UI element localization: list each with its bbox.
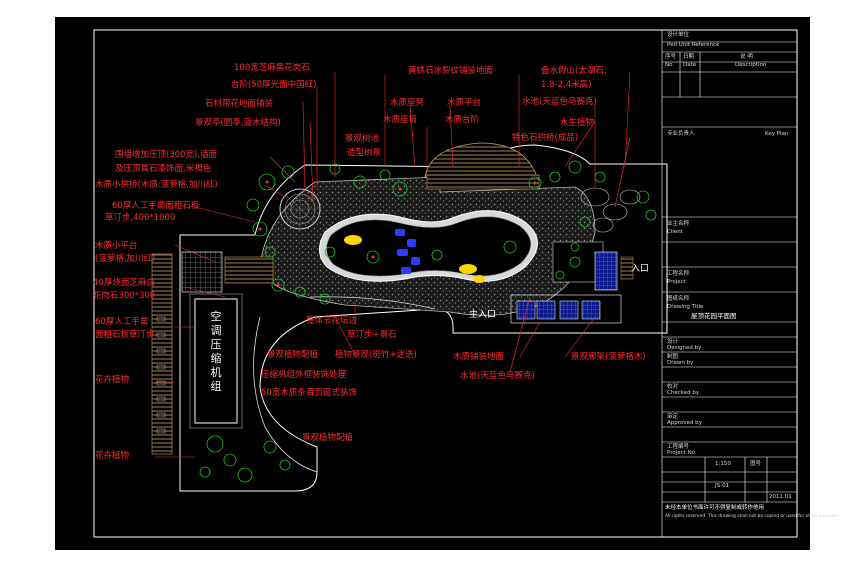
tb-col-no: 序号 <box>665 54 677 60</box>
granite-platform <box>181 251 223 293</box>
tb-bottom-2: All rights reserved. This drawing shall … <box>665 514 839 519</box>
label-rockery-2: 1.8-2.4米高) <box>541 80 592 90</box>
label-granite-paving: 40厚烧面芝麻白 <box>93 278 155 288</box>
label-water-plants: 水生植物 <box>560 118 595 128</box>
label-viewing-pavilion: 景观亭(圆亭,菠木结构) <box>195 118 281 128</box>
pergola-east <box>594 251 618 291</box>
tb-col-no-en: No. <box>665 62 675 68</box>
tb-stamp-note: 专业负责人 <box>667 131 695 137</box>
label-wood-platform-2: (菠萝格,加川红) <box>95 254 156 264</box>
label-granite-paving-2: 花岗石300*300 <box>93 291 156 301</box>
wood-deck <box>424 142 538 178</box>
label-wood-seat-edge: 木质座椅 <box>383 115 418 125</box>
label-pool-shape: 造型树景 <box>347 148 382 158</box>
tb-design-unit-en: Ped Unit Reference <box>667 42 720 48</box>
main-entrance-label: 主入口 <box>469 310 497 320</box>
tb-col-date: 日期 <box>683 54 695 60</box>
tb-owner-en: Client <box>667 229 683 235</box>
wood-bridge <box>224 256 274 284</box>
tb-key-plan: Key Plan <box>765 131 789 137</box>
tb-owner: 业主名称 <box>667 221 690 227</box>
label-wall-top: 围墙增加压顶(300宽),墙面 <box>115 150 218 160</box>
tb-design-unit: 设计单位 <box>667 32 690 38</box>
label-grass-stones: 60厚人工手凿面粗石板 <box>112 201 200 211</box>
label-red-steps: 台阶(50厚光面中国红) <box>231 80 317 90</box>
label-wood-deck: 木质平台 <box>447 98 482 108</box>
label-plant-view: 植物景观(斑竹+迷迭) <box>335 350 417 360</box>
tb-draw-en: Drawn by <box>667 360 694 366</box>
label-compressor-note: 压缩机组外框装饰处理 <box>261 370 347 380</box>
tb-design-en: Designed by <box>667 345 702 351</box>
compressor-label: 空调压缩机组 <box>210 310 222 393</box>
label-wood-steps: 木质台阶 <box>445 115 480 125</box>
tb-drawing: 图纸名称 <box>667 296 690 302</box>
label-wood-seats: 木质座凳 <box>390 98 425 108</box>
label-stone-bridge: 特色石拱桥(成品) <box>512 133 579 143</box>
tb-scale: 1:150 <box>715 461 731 467</box>
tb-approve-en: Approved by <box>667 420 702 426</box>
tb-date-val: 2011.01 <box>769 494 792 500</box>
tb-projno-en: Project No. <box>667 450 697 456</box>
tb-col-desc-en: Description <box>735 62 767 68</box>
wood-steps <box>426 174 540 190</box>
tb-project: 工程名称 <box>667 271 690 277</box>
label-louver: 50宽木质条百页窗式装饰 <box>261 388 357 398</box>
tb-project-en: Project <box>667 279 686 285</box>
label-stone-grid: 石材带花地面铺装 <box>205 99 274 109</box>
tb-drawing-title: 屋顶花园平面图 <box>691 312 737 320</box>
label-bridge: 木质小拱桥(木质:菠萝格,加川红) <box>95 180 218 190</box>
label-plant-config-2: 景观植物配植 <box>302 433 354 443</box>
label-rough-stones-2: 面粗石板草汀步 <box>95 330 155 340</box>
label-rockery: 叠水假山(太湖石, <box>541 66 607 76</box>
label-rough-stones: 60厚人工手凿 <box>95 317 149 327</box>
side-entrance-label: 入口 <box>631 264 650 274</box>
tb-bottom-1: 未经本单位书面许可不得复制或转作他用 <box>665 505 765 511</box>
tb-sheet-val: JS-01 <box>715 483 730 489</box>
pergola-south <box>516 300 601 320</box>
label-pond-bottom: 水池(天蓝色马赛克) <box>460 371 535 381</box>
label-pergola: 景观廊架(菠萝格木) <box>571 352 646 362</box>
label-flowers-2: 花卉植物 <box>95 451 130 461</box>
label-view-tree-pool: 景观树池 <box>345 134 380 144</box>
tb-col-desc: 说 明 <box>740 54 753 60</box>
tb-sheet: 图号 <box>750 461 762 467</box>
label-stone-edge: 100宽芝麻黑花岗石 <box>234 63 310 73</box>
label-wall-top-2: 及压顶具石漆饰面,米褐色 <box>115 164 212 174</box>
label-grass-step-stone: 草汀步+景石 <box>347 330 397 340</box>
label-wood-paving: 木质铺装地面 <box>453 352 505 362</box>
wood-strip <box>151 253 173 455</box>
site-plan-svg <box>93 29 798 538</box>
label-flowers-1: 花卉植物 <box>95 375 130 385</box>
label-wood-platform: 木质小平台 <box>95 241 138 251</box>
label-flower-bed: 整体节花坛边 <box>306 316 358 326</box>
label-pond-top: 水池(天蓝色马赛克) <box>522 97 597 107</box>
tb-check-en: Checked by <box>667 390 700 396</box>
tb-col-date-en: Date <box>683 62 697 68</box>
drawing-sheet: 100宽芝麻黑花岗石 台阶(50厚光面中国红) 石材带花地面铺装 景观亭(圆亭,… <box>55 17 839 550</box>
round-pavilion <box>279 188 321 230</box>
label-grass-stones-2: 草汀步,400*1000 <box>105 213 176 223</box>
tb-drawing-en: Drawing Title <box>667 304 704 310</box>
label-plant-config: 景观植物配植 <box>267 350 319 360</box>
label-yellow-pebble: 黄锈石冰裂纹铺装地面 <box>408 66 494 76</box>
